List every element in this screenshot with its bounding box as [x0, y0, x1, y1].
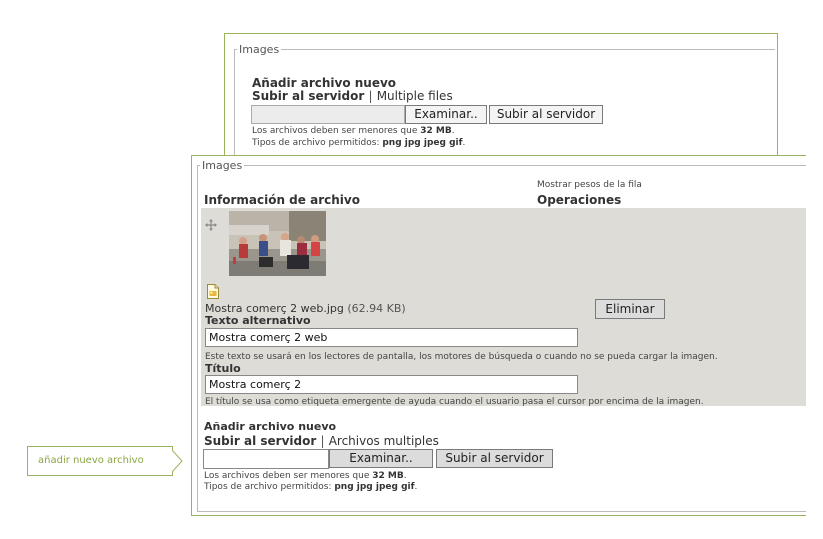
- file-image-icon: [207, 284, 219, 299]
- callout-add-new-file: añadir nuevo archivo: [27, 446, 173, 476]
- back-browse-button[interactable]: Examinar..: [405, 105, 487, 124]
- front-multiple-files-link[interactable]: Archivos multiples: [329, 434, 439, 448]
- column-header-operations: Operaciones: [537, 193, 622, 207]
- front-browse-button[interactable]: Examinar..: [329, 449, 433, 468]
- back-types-note: Tipos de archivo permitidos: png jpg jpe…: [252, 138, 466, 148]
- front-upload-server-link[interactable]: Subir al servidor: [204, 434, 316, 448]
- image-thumbnail: [229, 211, 326, 276]
- front-upload-button[interactable]: Subir al servidor: [436, 449, 553, 468]
- move-cross-icon[interactable]: [205, 216, 217, 231]
- callout-arrow: [172, 449, 183, 473]
- front-file-input[interactable]: [203, 449, 329, 469]
- title-input[interactable]: Mostra comerç 2: [205, 375, 578, 394]
- back-add-file-title: Añadir archivo nuevo: [252, 76, 397, 90]
- back-upload-server-link[interactable]: Subir al servidor: [252, 89, 364, 103]
- front-size-note: Los archivos deben ser menores que 32 MB…: [204, 471, 407, 481]
- front-types-note: Tipos de archivo permitidos: png jpg jpe…: [204, 482, 418, 492]
- back-panel: Images Añadir archivo nuevo Subir al ser…: [224, 33, 778, 174]
- alt-text-label: Texto alternativo: [205, 314, 311, 327]
- back-images-legend: Images: [239, 43, 280, 56]
- remove-button[interactable]: Eliminar: [595, 299, 665, 319]
- front-images-legend: Images: [202, 159, 243, 172]
- front-add-file-title: Añadir archivo nuevo: [204, 420, 337, 433]
- alt-text-input[interactable]: Mostra comerç 2 web: [205, 328, 578, 347]
- back-file-input[interactable]: [251, 105, 405, 124]
- back-multiple-files-link[interactable]: Multiple files: [377, 89, 453, 103]
- title-label: Título: [205, 362, 241, 375]
- alt-text-help: Este texto se usará en los lectores de p…: [205, 352, 718, 362]
- front-panel: Images Mostrar pesos de la fila Informac…: [191, 155, 806, 516]
- back-upload-links: Subir al servidor | Multiple files: [252, 89, 453, 103]
- show-row-weights-link[interactable]: Mostrar pesos de la fila: [537, 180, 642, 190]
- front-link-separator: |: [320, 434, 325, 448]
- back-size-note: Los archivos deben ser menores que 32 MB…: [252, 126, 455, 136]
- title-help: El título se usa como etiqueta emergente…: [205, 397, 704, 407]
- back-upload-button[interactable]: Subir al servidor: [489, 105, 603, 124]
- column-header-file-info: Información de archivo: [204, 193, 360, 207]
- front-upload-links: Subir al servidor | Archivos multiples: [204, 434, 439, 448]
- file-size: (62.94 KB): [347, 302, 406, 315]
- back-link-separator: |: [368, 89, 373, 103]
- file-table-row: Mostra comerç 2 web.jpg (62.94 KB) Elimi…: [201, 208, 806, 407]
